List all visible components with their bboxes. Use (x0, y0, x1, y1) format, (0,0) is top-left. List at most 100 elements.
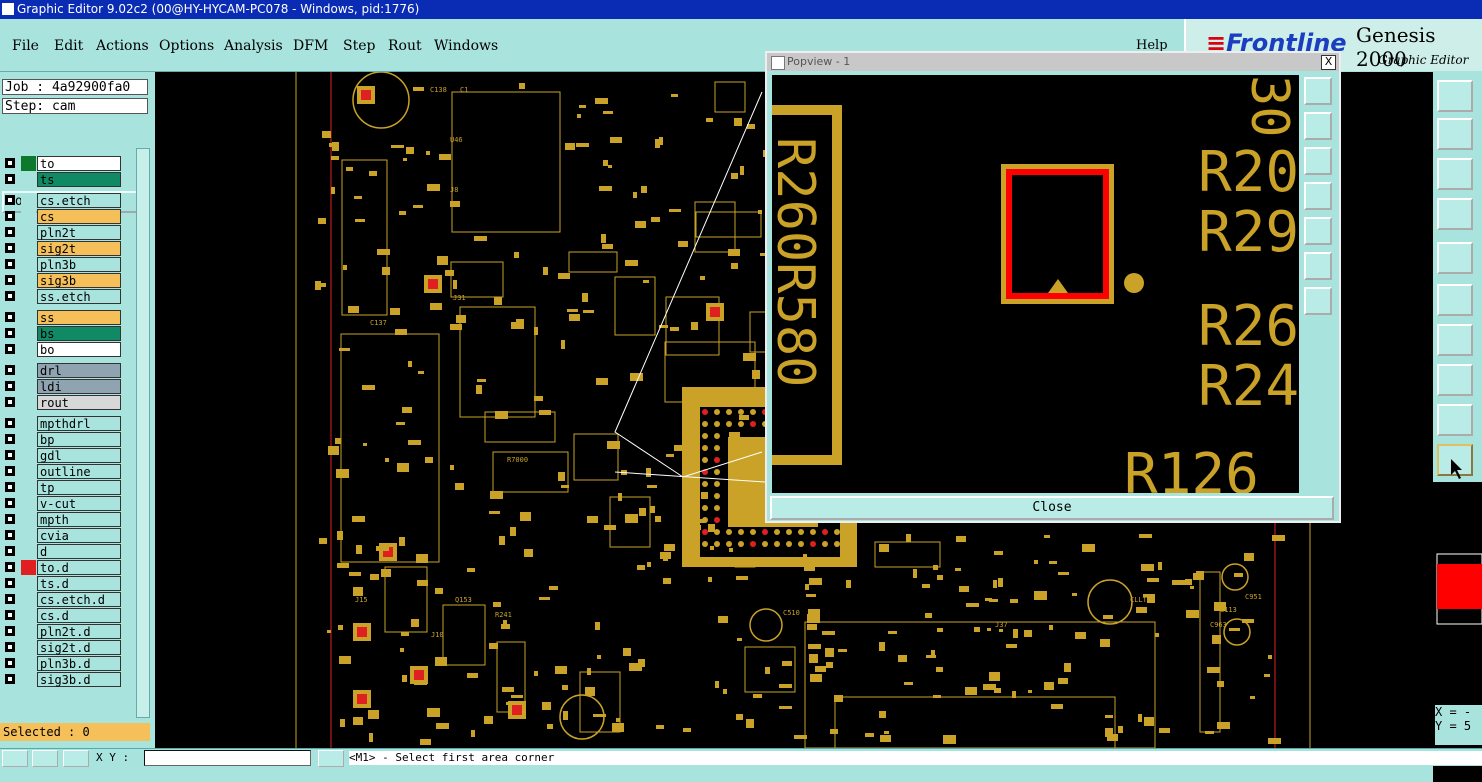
layer-name[interactable]: sig2t.d (37, 640, 121, 655)
layer-checkbox[interactable] (5, 626, 15, 636)
layer-name[interactable]: mpthdrl (37, 416, 121, 431)
layer-color-swatch[interactable] (21, 225, 36, 240)
menu-windows[interactable]: Windows (434, 38, 498, 54)
layer-name[interactable]: to (37, 156, 121, 171)
layer-color-swatch[interactable] (21, 273, 36, 288)
layer-name[interactable]: bs (37, 326, 121, 341)
menu-actions[interactable]: Actions (96, 38, 149, 54)
layer-row[interactable]: pln2t (2, 225, 121, 240)
popview-canvas[interactable]: 30 R20 R29 R26 R24 R126 R260R580 (772, 75, 1299, 493)
layer-color-swatch[interactable] (21, 656, 36, 671)
popview-tool-3[interactable] (1304, 147, 1332, 175)
xy-input[interactable] (144, 750, 311, 766)
popview-tool-6[interactable] (1304, 252, 1332, 280)
pad-tool[interactable] (1437, 364, 1473, 396)
layer-row[interactable]: cs.etch (2, 193, 121, 208)
layer-row[interactable]: sig3b.d (2, 672, 121, 687)
layer-color-swatch[interactable] (21, 624, 36, 639)
layer-checkbox[interactable] (5, 243, 15, 253)
layer-checkbox[interactable] (5, 514, 15, 524)
popview-close-button[interactable]: Close (770, 496, 1334, 520)
step-field[interactable]: Step: cam (2, 98, 148, 114)
highlight-tool[interactable] (1437, 404, 1473, 436)
layer-name[interactable]: sig3b (37, 273, 121, 288)
menu-rout[interactable]: Rout (388, 38, 422, 54)
layer-checkbox[interactable] (5, 674, 15, 684)
layer-color-swatch[interactable] (21, 496, 36, 511)
layer-row[interactable]: d (2, 544, 121, 559)
layer-name[interactable]: ts (37, 172, 121, 187)
layer-row[interactable]: ts.d (2, 576, 121, 591)
layer-checkbox[interactable] (5, 158, 15, 168)
layer-checkbox[interactable] (5, 610, 15, 620)
layer-row[interactable]: tp (2, 480, 121, 495)
status-tool-1[interactable] (2, 750, 28, 767)
layer-color-swatch[interactable] (21, 576, 36, 591)
layer-checkbox[interactable] (5, 312, 15, 322)
layer-color-swatch[interactable] (21, 672, 36, 687)
layer-row[interactable]: cs (2, 209, 121, 224)
layer-row[interactable]: bs (2, 326, 121, 341)
popview-tool-4[interactable] (1304, 182, 1332, 210)
layer-checkbox[interactable] (5, 562, 15, 572)
layer-color-swatch[interactable] (21, 209, 36, 224)
layer-row[interactable]: sig2t (2, 241, 121, 256)
layer-row[interactable]: to (2, 156, 121, 171)
layer-name[interactable]: drl (37, 363, 121, 378)
layer-checkbox[interactable] (5, 594, 15, 604)
measure-tool[interactable] (1437, 198, 1473, 230)
layer-row[interactable]: to.d (2, 560, 121, 575)
layer-name[interactable]: sig3b.d (37, 672, 121, 687)
layer-color-swatch[interactable] (21, 544, 36, 559)
layer-color-swatch[interactable] (21, 241, 36, 256)
layer-checkbox[interactable] (5, 328, 15, 338)
layer-row[interactable]: bo (2, 342, 121, 357)
layer-color-swatch[interactable] (21, 289, 36, 304)
layer-checkbox[interactable] (5, 291, 15, 301)
layer-name[interactable]: d (37, 544, 121, 559)
layer-name[interactable]: cvia (37, 528, 121, 543)
net-tool[interactable] (1437, 284, 1473, 316)
layer-name[interactable]: cs.etch (37, 193, 121, 208)
layer-color-swatch[interactable] (21, 560, 36, 575)
layer-row[interactable]: ss (2, 310, 121, 325)
layer-checkbox[interactable] (5, 466, 15, 476)
layer-name[interactable]: ss.etch (37, 289, 121, 304)
layer-name[interactable]: cs (37, 209, 121, 224)
layer-name[interactable]: v-cut (37, 496, 121, 511)
layer-name[interactable]: pln2t (37, 225, 121, 240)
layer-name[interactable]: tp (37, 480, 121, 495)
layer-row[interactable]: cs.etch.d (2, 592, 121, 607)
status-tool-2[interactable] (32, 750, 58, 767)
menu-edit[interactable]: Edit (54, 38, 83, 54)
popview-tool-1[interactable] (1304, 77, 1332, 105)
layer-checkbox[interactable] (5, 498, 15, 508)
menu-analysis[interactable]: Analysis (224, 38, 283, 54)
layer-row[interactable]: ts (2, 172, 121, 187)
layer-row[interactable]: ss.etch (2, 289, 121, 304)
layer-color-swatch[interactable] (21, 432, 36, 447)
layer-checkbox[interactable] (5, 450, 15, 460)
layer-row[interactable]: mpthdrl (2, 416, 121, 431)
menu-dfm[interactable]: DFM (293, 38, 328, 54)
layer-checkbox[interactable] (5, 642, 15, 652)
layer-checkbox[interactable] (5, 381, 15, 391)
zoom-fit-tool[interactable] (1437, 158, 1473, 190)
layer-row[interactable]: pln3b.d (2, 656, 121, 671)
layer-color-swatch[interactable] (21, 448, 36, 463)
layer-color-swatch[interactable] (21, 342, 36, 357)
layer-color-swatch[interactable] (21, 640, 36, 655)
select-feature-tool[interactable] (1437, 242, 1473, 274)
layer-row[interactable]: pln3b (2, 257, 121, 272)
layer-color-swatch[interactable] (21, 363, 36, 378)
layer-scrollbar[interactable] (136, 148, 150, 718)
layer-row[interactable]: cs.d (2, 608, 121, 623)
layer-row[interactable]: outline (2, 464, 121, 479)
layer-row[interactable]: v-cut (2, 496, 121, 511)
layer-name[interactable]: ss (37, 310, 121, 325)
layer-row[interactable]: ldi (2, 379, 121, 394)
layer-row[interactable]: drl (2, 363, 121, 378)
layer-checkbox[interactable] (5, 174, 15, 184)
layer-color-swatch[interactable] (21, 379, 36, 394)
layer-checkbox[interactable] (5, 434, 15, 444)
